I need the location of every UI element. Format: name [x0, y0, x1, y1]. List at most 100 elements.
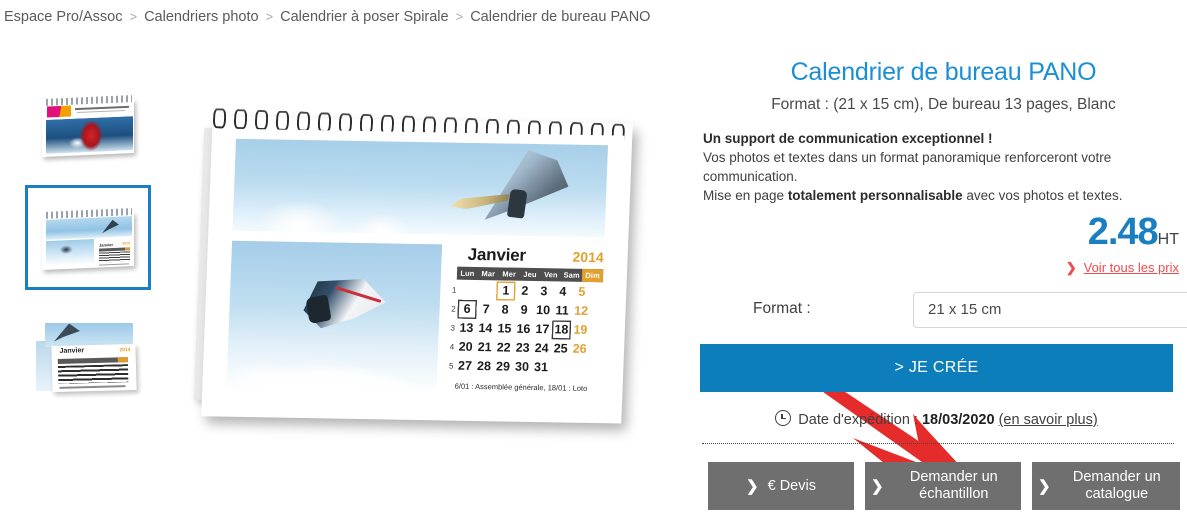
calendar-month-label: Janvier	[467, 244, 527, 265]
breadcrumb-separator: >	[265, 9, 274, 24]
chevron-right-icon: ❯	[1065, 260, 1077, 275]
calendar-day: 17	[535, 322, 550, 337]
calendar-day: 31	[533, 360, 549, 375]
sample-button[interactable]: ❯ Demander un échantillon	[865, 462, 1021, 510]
windsurf-photo-top	[232, 138, 609, 238]
breadcrumb-item-0[interactable]: Espace Pro/Assoc	[4, 9, 122, 25]
calendar-day: 15	[497, 321, 512, 336]
calendar-day: 2	[521, 283, 529, 298]
calendar-day: 29	[495, 359, 511, 374]
calendar-grid-preview: Janvier 2014 Lun Mar Mer Jeu Ven Sam Dim…	[449, 244, 606, 400]
calendar-weekday-header: Lun Mar Mer Jeu Ven Sam Dim	[456, 266, 604, 283]
windsurf-photo-top	[45, 322, 133, 347]
week-number: 2	[451, 304, 456, 314]
weekday-ven: Ven	[543, 270, 558, 280]
description-line-3-bold: totalement personnalisable	[787, 188, 963, 203]
calendar-day: 7	[482, 302, 490, 317]
thumbnail-open-pano[interactable]: Janvier 2014	[25, 185, 151, 290]
thumbnail-calendar-closeup[interactable]: Janvier 2014	[25, 298, 151, 403]
weekday-mar: Mar	[481, 269, 496, 279]
price-amount: 2.48	[1087, 211, 1159, 253]
calendar-day: 14	[478, 321, 493, 336]
thumbnail-open-pano-image: Janvier 2014	[36, 198, 140, 278]
windsurf-photo-bottom	[226, 240, 443, 395]
weekday-lun: Lun	[460, 268, 475, 278]
mini-month-label: Janvier	[99, 241, 114, 248]
catalogue-button[interactable]: ❯ Demander un catalogue	[1032, 462, 1180, 510]
format-select[interactable]: 21 x 15 cm	[913, 292, 1187, 328]
format-selector-row: Format : 21 x 15 cm	[753, 292, 1187, 328]
windsurf-photo-top	[46, 215, 132, 240]
closeup-note-line	[59, 384, 126, 389]
closeup-sunday-cell	[117, 356, 128, 362]
create-button[interactable]: > JE CRÉE	[700, 344, 1173, 392]
breadcrumb-separator: >	[455, 9, 464, 24]
thumbnail-cover-logo[interactable]	[25, 72, 151, 177]
watermark-text	[230, 60, 500, 100]
calendar-day: 28	[476, 359, 492, 374]
logo-placeholder	[47, 104, 71, 118]
calendar-day: 16	[516, 321, 531, 336]
calendar-day: 30	[514, 359, 530, 374]
weekday-mer: Mer	[502, 269, 517, 279]
calendar-day: 6	[457, 300, 477, 319]
calendar-day: 27	[457, 358, 473, 373]
chevron-right-icon: ❯	[746, 477, 759, 495]
mini-year-label: 2014	[122, 240, 130, 246]
calendar-day: 4	[559, 284, 567, 299]
rider-shape	[506, 188, 528, 219]
closeup-days-grid	[57, 363, 129, 384]
calendar-year-label: 2014	[572, 248, 605, 266]
calendar-day: 11	[555, 303, 570, 318]
format-label: Format :	[753, 300, 811, 317]
calendar-day-empty	[477, 281, 497, 300]
calendar-day: 24	[534, 341, 549, 356]
description-headline: Un support de communication exceptionnel…	[703, 131, 993, 146]
week-number: 3	[450, 323, 456, 333]
windsurf-photo-bottom	[46, 238, 94, 266]
calendar-day: 9	[520, 302, 528, 317]
quote-button-label: € Devis	[767, 477, 816, 494]
quote-button[interactable]: ❯ € Devis	[708, 462, 854, 510]
product-description: Un support de communication exceptionnel…	[703, 129, 1173, 205]
mini-days-grid	[99, 250, 130, 263]
breadcrumb-item-1[interactable]: Calendriers photo	[144, 9, 258, 25]
calendar-day: 5	[578, 284, 586, 299]
product-page: Espace Pro/Assoc > Calendriers photo > Calen…	[0, 0, 1187, 527]
thumbnail-cover-logo-image	[36, 85, 140, 165]
section-divider	[702, 443, 1174, 444]
week-number: 5	[448, 361, 454, 371]
chevron-right-icon: ❯	[871, 477, 884, 495]
mini-sunday-cell	[125, 246, 130, 251]
format-select-value: 21 x 15 cm	[928, 301, 1002, 318]
rider-shape	[305, 294, 332, 325]
closeup-weekday-bar	[57, 356, 128, 364]
chevron-right-icon: ❯	[1038, 477, 1051, 495]
price-tax-label: HT	[1157, 231, 1179, 248]
closeup-year-label: 2014	[119, 346, 131, 353]
calendar-day-empty	[550, 358, 570, 377]
weekday-jeu: Jeu	[523, 269, 537, 280]
weekday-dim: Dim	[581, 268, 604, 283]
calendar-day: 8	[501, 302, 509, 317]
calendar-event-note: 6/01 : Assemblée générale, 18/01 : Loto	[454, 381, 588, 393]
breadcrumb-item-3[interactable]: Calendrier de bureau PANO	[470, 9, 650, 25]
description-line-3: Mise en page totalement personnalisable …	[703, 186, 1173, 205]
all-prices-row[interactable]: ❯ Voir tous les prix	[1066, 260, 1179, 276]
calendar-day-empty	[569, 359, 589, 378]
product-subtitle: Format : (21 x 15 cm), De bureau 13 page…	[771, 96, 1116, 113]
closeup-month-label: Janvier	[59, 346, 85, 355]
shipping-date-row: Date d'expédition : 18/03/2020 (en savoi…	[700, 410, 1173, 428]
shipping-date: 18/03/2020	[921, 412, 995, 428]
page-title: Calendrier de bureau PANO	[790, 58, 1097, 86]
main-product-image[interactable]: Janvier 2014 Lun Mar Mer Jeu Ven Sam Dim…	[193, 108, 971, 489]
breadcrumb-separator: >	[129, 9, 138, 24]
mini-calendar-grid: Janvier 2014	[97, 239, 132, 266]
breadcrumb-item-2[interactable]: Calendrier à poser Spirale	[280, 9, 448, 25]
all-prices-link[interactable]: Voir tous les prix	[1084, 260, 1179, 275]
week-number: 1	[451, 285, 457, 295]
shipping-more-link[interactable]: (en savoir plus)	[999, 412, 1098, 428]
windsurf-photo	[46, 115, 133, 154]
calendar-day: 25	[553, 341, 568, 356]
calendar-day: 26	[572, 341, 587, 356]
